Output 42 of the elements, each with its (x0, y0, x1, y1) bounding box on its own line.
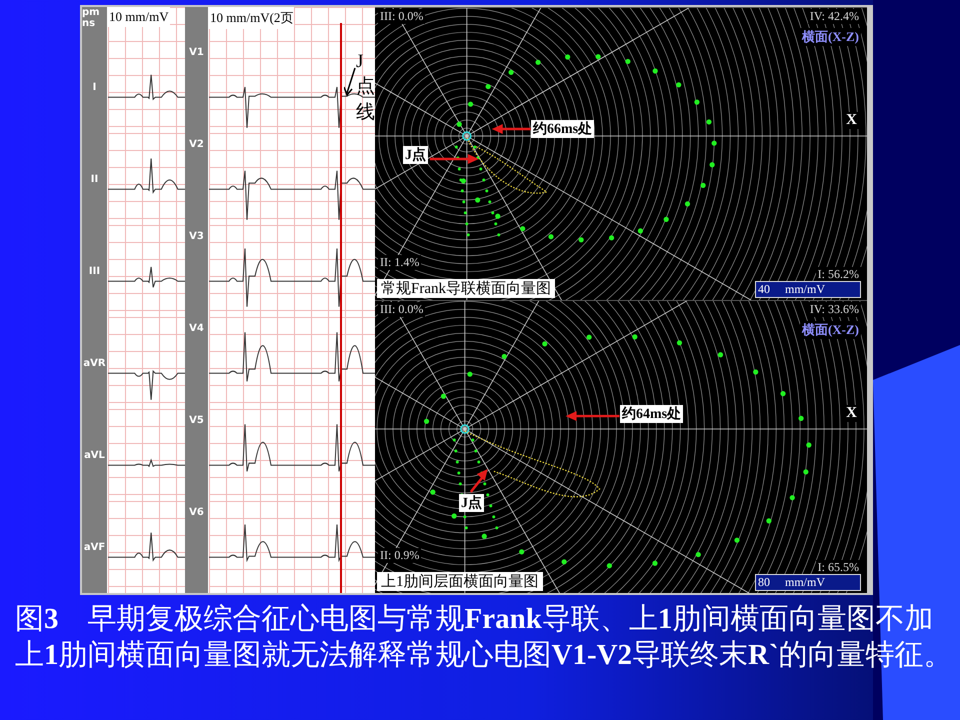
scale-label: 40 mm/mV (755, 281, 861, 298)
plane-label: 横面(X-Z) (800, 28, 861, 46)
quadrant-label: III: 0.0% (378, 302, 426, 317)
callout-label: 约64ms处 (620, 405, 684, 423)
arrow (566, 411, 620, 422)
arrow (470, 468, 488, 493)
quadrant-label: III: 0.0% (378, 9, 426, 24)
quadrant-label: IV: 33.6% (808, 302, 861, 317)
scale-label: 10 mm/mV(2页 (209, 7, 294, 29)
lead-label: V1 (189, 47, 204, 58)
axis-label: X (844, 405, 859, 422)
quadrant-label: II: 0.9% (378, 548, 422, 563)
lead-label: V4 (189, 323, 204, 334)
lead-label: V5 (189, 415, 204, 426)
plane-label: 横面(X-Z) (800, 321, 861, 339)
annotation-label: J点线 (356, 51, 375, 125)
callout-label: J点 (459, 494, 484, 512)
callout-label: 约66ms处 (531, 120, 594, 138)
lead-label: aVF (84, 542, 106, 552)
lead-label: V3 (189, 231, 204, 242)
quadrant-label: I: 65.5% (816, 560, 861, 575)
lead-label: aVL (84, 450, 105, 460)
plot-title: 常规Frank导联横面向量图 (377, 279, 555, 298)
scale-label: 10 mm/mV (108, 7, 170, 27)
quadrant-label: II: 1.4% (378, 255, 422, 270)
lead-label: II (90, 174, 98, 184)
plot-title: 上1肋间层面横面向量图 (377, 572, 542, 591)
quadrant-label: IV: 42.4% (808, 9, 861, 24)
arrow (430, 154, 479, 164)
quadrant-label: I: 56.2% (816, 267, 861, 282)
scale-label: 80 mm/mV (755, 574, 861, 591)
lead-label: III (88, 266, 100, 276)
arrow (492, 124, 531, 134)
arrow-icon (344, 67, 356, 97)
callout-label: J点 (403, 146, 428, 164)
ecg-header-label: pm (82, 7, 100, 18)
ecg-header-label: ns (82, 18, 96, 29)
lead-label: V6 (189, 507, 204, 518)
axis-label: X (844, 112, 859, 129)
lead-label: I (92, 82, 96, 92)
lead-label: V2 (189, 139, 204, 150)
lead-label: aVR (83, 358, 106, 368)
